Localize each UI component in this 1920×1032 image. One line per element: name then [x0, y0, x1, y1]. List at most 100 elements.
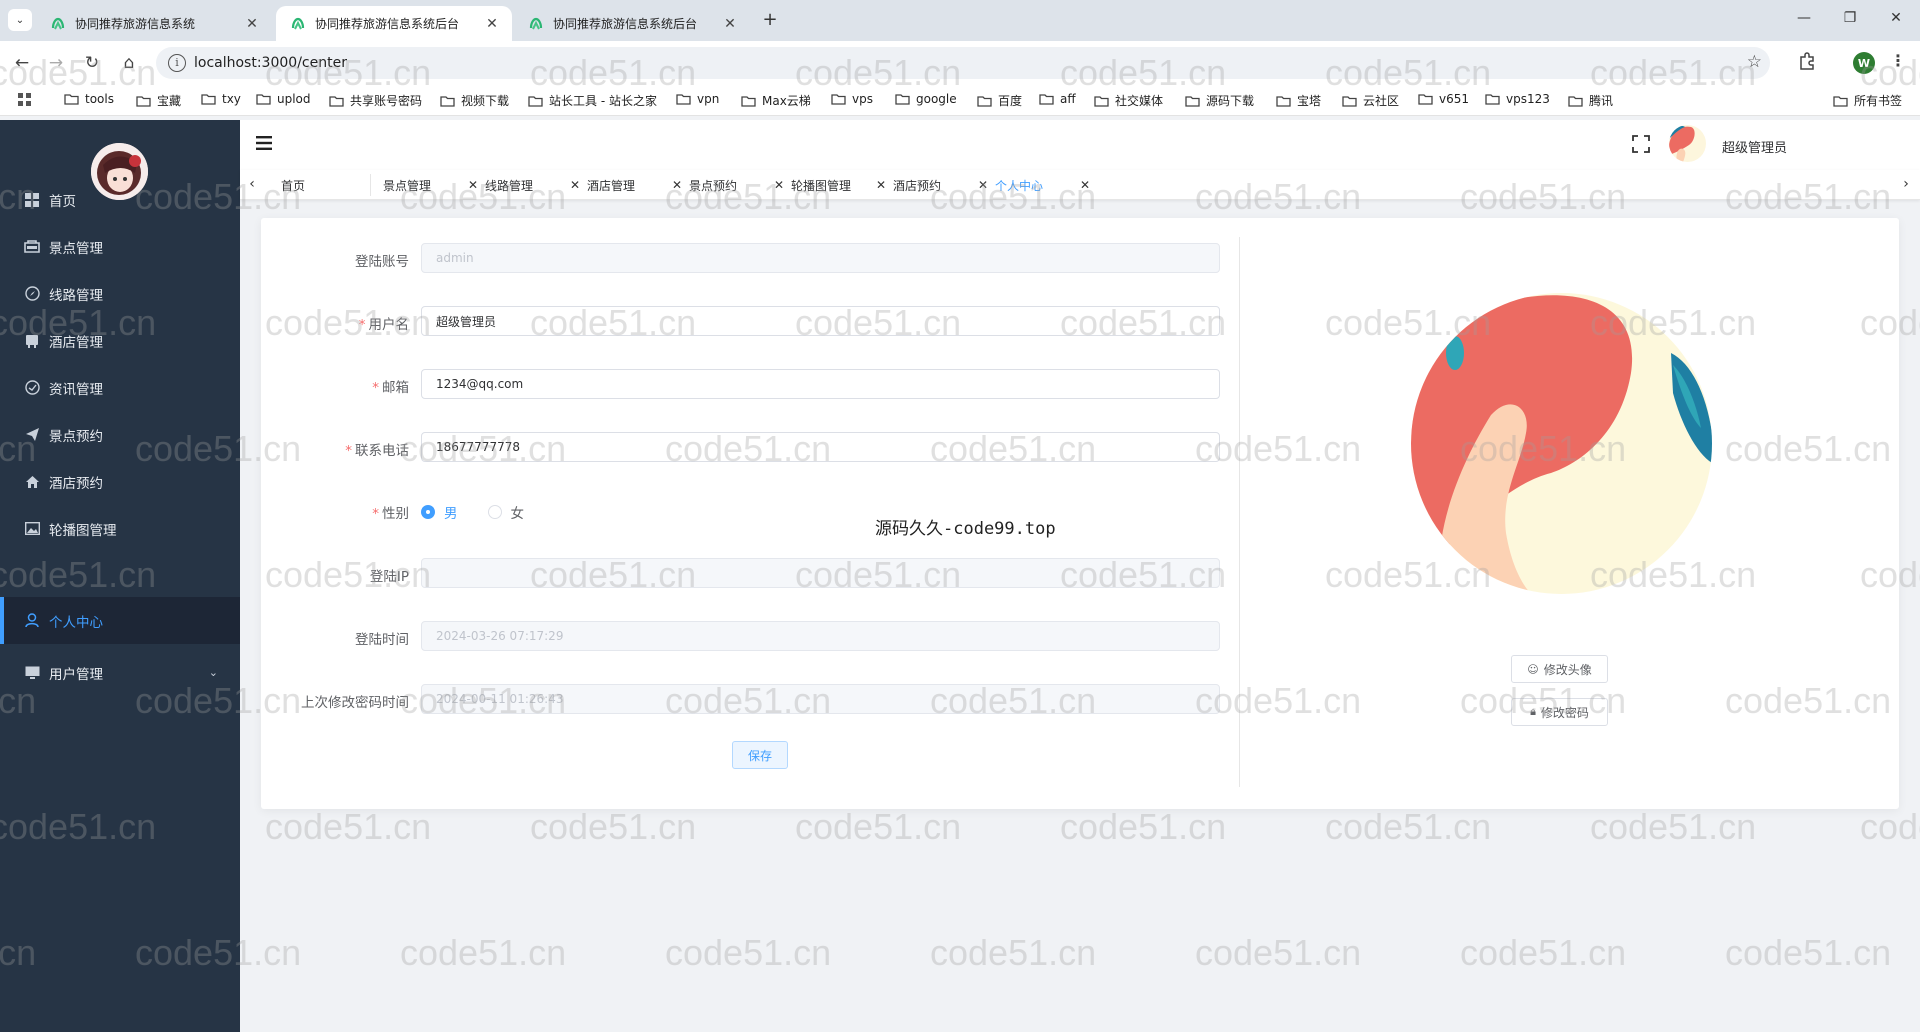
username-field[interactable]: 超级管理员 [421, 306, 1220, 336]
sidebar-item-home[interactable]: 首页 [0, 176, 240, 223]
navbar-avatar[interactable] [1669, 125, 1706, 162]
change-avatar-button[interactable]: ☺ 修改头像 [1511, 655, 1608, 683]
sidebar-item-hotel-booking[interactable]: 酒店预约 [0, 458, 240, 505]
close-tag-icon[interactable]: ✕ [1080, 178, 1090, 192]
extensions-icon[interactable] [1797, 51, 1817, 71]
bookmark-item[interactable]: Max云梯 [741, 92, 811, 109]
home-button[interactable]: ⌂ [117, 51, 141, 75]
tag-carousel[interactable]: 轮播图管理 ✕ [791, 174, 891, 196]
new-tab-button[interactable]: + [759, 9, 781, 30]
email-field[interactable]: 1234@qq.com [421, 369, 1220, 399]
bookmark-star-icon[interactable]: ☆ [1747, 52, 1762, 72]
save-button[interactable]: 保存 [732, 741, 788, 769]
bookmark-item[interactable]: vpn [676, 92, 719, 106]
chevron-right-icon[interactable]: › [1899, 176, 1913, 192]
sidebar-item-profile-center[interactable]: 个人中心 [0, 597, 240, 644]
watermark-text: code51.cn [1460, 932, 1627, 973]
bookmark-item[interactable]: 宝塔 [1276, 92, 1321, 109]
tag-hotels[interactable]: 酒店管理 ✕ [587, 174, 687, 196]
bookmark-label: Max云梯 [762, 94, 811, 108]
close-tag-icon[interactable]: ✕ [774, 178, 784, 192]
tag-home[interactable]: 首页 [281, 174, 371, 196]
browser-tab-1[interactable]: 协同推荐旅游信息系统 ✕ [36, 6, 272, 41]
bookmark-item[interactable]: uplod [256, 92, 311, 106]
bookmark-item[interactable]: 云社区 [1342, 92, 1399, 109]
bookmark-item[interactable]: 百度 [977, 92, 1022, 109]
watermark-text: code51.cn [1195, 932, 1362, 973]
sidebar-item-label: 酒店预约 [49, 475, 103, 492]
form-row-account: 登陆账号 admin [261, 243, 1221, 273]
profile-avatar[interactable]: W [1853, 52, 1875, 74]
bookmark-item[interactable]: v651 [1418, 92, 1469, 106]
bookmark-item[interactable]: google [895, 92, 957, 106]
url-text[interactable]: localhost:3000/center [194, 55, 347, 71]
form-row-password-time: 上次修改密码时间 2024-00-11 01:26:43 [261, 684, 1221, 714]
site-info-icon[interactable]: i [168, 54, 186, 72]
bookmark-item[interactable]: 源码下载 [1185, 92, 1254, 109]
sidebar-item-scenic[interactable]: 景点管理 [0, 223, 240, 270]
close-tag-icon[interactable]: ✕ [570, 178, 580, 192]
gender-label: * 性别 [372, 506, 409, 522]
all-bookmarks[interactable]: 所有书签 [1833, 92, 1902, 109]
bookmark-item[interactable]: aff [1039, 92, 1076, 106]
tag-hotel-booking[interactable]: 酒店预约 ✕ [893, 174, 993, 196]
close-tag-icon[interactable]: ✕ [468, 178, 478, 192]
tag-profile-center[interactable]: 个人中心 ✕ [995, 174, 1095, 196]
tab-search-button[interactable]: ⌄ [8, 9, 32, 31]
tag-scenic-booking[interactable]: 景点预约 ✕ [689, 174, 789, 196]
fullscreen-icon[interactable] [1632, 135, 1650, 153]
close-tag-icon[interactable]: ✕ [876, 178, 886, 192]
browser-menu-icon[interactable]: ⋮ [1890, 51, 1906, 70]
tag-label: 景点管理 [383, 178, 432, 193]
hamburger-icon[interactable] [256, 136, 272, 150]
bookmark-item[interactable]: txy [201, 92, 241, 106]
navbar-username[interactable]: 超级管理员 [1722, 137, 1787, 156]
ip-field [421, 558, 1220, 588]
browser-tab-2[interactable]: 协同推荐旅游信息系统后台 ✕ [276, 6, 512, 41]
phone-field[interactable]: 18677777778 [421, 432, 1220, 462]
bookmark-item[interactable]: tools [64, 92, 114, 106]
minimize-button[interactable]: — [1792, 10, 1816, 26]
back-button[interactable]: ← [10, 51, 34, 75]
reload-button[interactable]: ↻ [80, 51, 104, 75]
close-tab-icon[interactable]: ✕ [484, 16, 500, 32]
bookmark-item[interactable]: 视频下载 [440, 92, 509, 109]
bookmark-item[interactable]: 共享账号密码 [329, 92, 422, 109]
bookmark-item[interactable]: 腾讯 [1568, 92, 1613, 109]
watermark-text: code51.cn [1725, 932, 1892, 973]
change-password-button[interactable]: 🔒︎ 修改密码 [1511, 698, 1608, 726]
gender-male-radio[interactable]: 男 [421, 502, 458, 522]
close-window-button[interactable]: ✕ [1884, 10, 1908, 26]
sidebar: 首页 景点管理 线路管理 酒店管理 资讯管理 景点预约 酒店预约 轮播图管理 个… [0, 120, 240, 1032]
forward-button[interactable]: → [44, 51, 68, 75]
tag-label: 酒店管理 [587, 178, 636, 193]
close-tag-icon[interactable]: ✕ [672, 178, 682, 192]
apps-grid-icon[interactable] [18, 93, 32, 107]
bookmark-item[interactable]: 站长工具 - 站长之家 [528, 92, 657, 109]
sidebar-item-label: 资讯管理 [49, 381, 103, 398]
sidebar-item-scenic-booking[interactable]: 景点预约 [0, 411, 240, 458]
sidebar-item-routes[interactable]: 线路管理 [0, 270, 240, 317]
sidebar-item-users[interactable]: 用户管理 ⌄ [0, 649, 240, 696]
tag-routes[interactable]: 线路管理 ✕ [485, 174, 585, 196]
bookmark-item[interactable]: vps [831, 92, 873, 106]
gender-female-radio[interactable]: 女 [487, 502, 524, 522]
chevron-left-icon[interactable]: ‹ [245, 176, 259, 192]
close-tag-icon[interactable]: ✕ [978, 178, 988, 192]
sidebar-item-news[interactable]: 资讯管理 [0, 364, 240, 411]
bookmark-item[interactable]: 宝藏 [136, 92, 181, 109]
folder-icon [1485, 94, 1500, 105]
bookmark-item[interactable]: vps123 [1485, 92, 1550, 106]
omnibox[interactable]: i localhost:3000/center ☆ [156, 47, 1770, 79]
restore-button[interactable]: ❐ [1838, 10, 1862, 26]
sidebar-item-carousel[interactable]: 轮播图管理 [0, 505, 240, 552]
tag-scenic[interactable]: 景点管理 ✕ [383, 174, 483, 196]
sidebar-item-hotels[interactable]: 酒店管理 [0, 317, 240, 364]
bookmark-item[interactable]: 社交媒体 [1094, 92, 1163, 109]
ip-label: 登陆IP [369, 569, 409, 585]
sidebar-item-label: 景点预约 [49, 428, 103, 445]
browser-tab-3[interactable]: 协同推荐旅游信息系统后台 ✕ [514, 6, 750, 41]
close-tab-icon[interactable]: ✕ [722, 16, 738, 32]
sidebar-item-label: 首页 [49, 193, 76, 210]
close-tab-icon[interactable]: ✕ [244, 16, 260, 32]
